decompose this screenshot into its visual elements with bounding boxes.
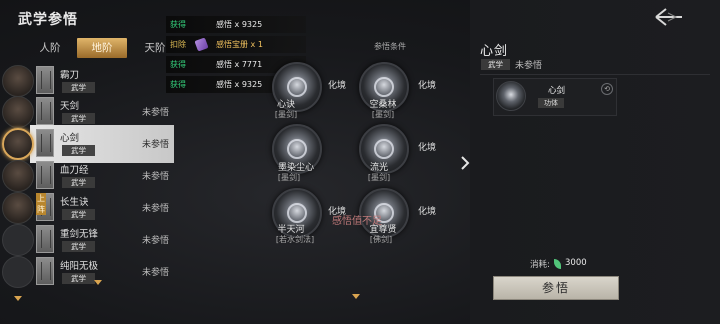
comprehend-button[interactable]: 参悟 xyxy=(493,276,619,300)
cost-label: 消耗: xyxy=(530,260,550,270)
book-icon xyxy=(36,129,54,157)
detail-title: 心剑 xyxy=(480,44,509,59)
avatar-empty xyxy=(2,256,34,288)
back-arrow-icon[interactable] xyxy=(654,7,684,27)
conditions-header: 参悟条件 xyxy=(374,42,406,51)
detail-type-tag: 武学 xyxy=(481,59,510,70)
node-school: [佛剑] xyxy=(369,235,393,244)
skill-type-tag: 武学 xyxy=(62,177,95,188)
page-title: 武学参悟 xyxy=(18,12,78,28)
avatar xyxy=(2,160,34,192)
swap-icon[interactable]: ⟲ xyxy=(601,83,613,95)
scroll-down-icon[interactable] xyxy=(94,280,102,285)
tab-earth[interactable]: 地阶 xyxy=(77,38,127,58)
notify-action: 获得 xyxy=(170,80,186,89)
skill-type-tag: 武学 xyxy=(62,209,95,220)
skill-list: 霸刀 武学 天剑 武学 未参悟 心剑 武学 未参悟 血刀经 武学 未参悟 上阵 … xyxy=(0,62,175,312)
avatar xyxy=(2,128,34,160)
node-realm: 化境 xyxy=(418,81,437,91)
skill-status: 未参悟 xyxy=(142,268,170,278)
scroll-down-icon[interactable] xyxy=(352,294,360,299)
deployed-badge: 上阵 xyxy=(36,193,46,215)
book-icon xyxy=(36,66,54,94)
notification-row: 扣除 感悟宝册 x 1 xyxy=(166,36,306,53)
card-name: 心剑 xyxy=(548,86,566,96)
avatar xyxy=(2,192,34,224)
node-school: [墨剑] xyxy=(274,110,298,119)
notification-row: 获得 感悟 x 9325 xyxy=(166,16,306,33)
node-realm: 化境 xyxy=(418,207,437,217)
book-icon xyxy=(36,225,54,253)
skill-name: 长生诀 xyxy=(60,197,89,208)
skill-type-tag: 武学 xyxy=(62,82,95,93)
notify-action: 获得 xyxy=(170,20,186,29)
notify-action: 扣除 xyxy=(170,40,186,49)
notify-action: 获得 xyxy=(170,60,186,69)
book-icon xyxy=(36,97,54,125)
notify-item: 感悟 x 7771 xyxy=(216,60,263,69)
scroll-book-icon xyxy=(194,37,209,52)
node-realm: 化境 xyxy=(418,143,437,153)
tab-human[interactable]: 人阶 xyxy=(25,38,75,58)
notify-item: 感悟 x 9325 xyxy=(216,80,263,89)
skill-status: 未参悟 xyxy=(142,172,170,182)
detail-status: 未参悟 xyxy=(515,61,543,71)
skill-status: 未参悟 xyxy=(142,108,170,118)
skill-type-tag: 武学 xyxy=(62,241,95,252)
cost-value: 3000 xyxy=(565,258,587,268)
skill-status: 未参悟 xyxy=(142,140,170,150)
insufficient-tip: 感悟值不足 xyxy=(332,216,382,227)
skill-type-tag: 武学 xyxy=(62,273,95,284)
skill-type-tag: 武学 xyxy=(62,113,95,124)
skill-name: 天剑 xyxy=(60,101,80,112)
list-item-skill[interactable]: 纯阳无极 武学 未参悟 xyxy=(0,253,175,291)
skill-name: 重剑无锋 xyxy=(60,229,99,240)
skill-name: 纯阳无极 xyxy=(60,261,99,272)
node-school: [墨剑] xyxy=(277,173,301,182)
book-icon xyxy=(36,257,54,285)
skill-name: 血刀经 xyxy=(60,165,89,176)
node-school: [若水剑法] xyxy=(275,235,315,244)
skill-type-tag: 武学 xyxy=(62,145,95,156)
skill-card-icon xyxy=(496,81,526,111)
node-school: [墨剑] xyxy=(367,173,391,182)
skill-name: 心剑 xyxy=(60,133,80,144)
avatar xyxy=(2,96,34,128)
notify-item: 感悟 x 9325 xyxy=(216,20,263,29)
avatar-empty xyxy=(2,224,34,256)
node-school: [墨剑] xyxy=(371,110,395,119)
divider xyxy=(480,74,710,75)
chevron-right-icon[interactable] xyxy=(458,150,472,176)
node-realm: 化境 xyxy=(328,81,347,91)
book-icon xyxy=(36,161,54,189)
expand-down-icon[interactable] xyxy=(14,296,22,301)
skill-status: 未参悟 xyxy=(142,236,170,246)
notify-item: 感悟宝册 x 1 xyxy=(216,40,263,49)
skill-name: 霸刀 xyxy=(60,70,80,81)
skill-status: 未参悟 xyxy=(142,204,170,214)
card-tag: 功体 xyxy=(538,98,564,108)
